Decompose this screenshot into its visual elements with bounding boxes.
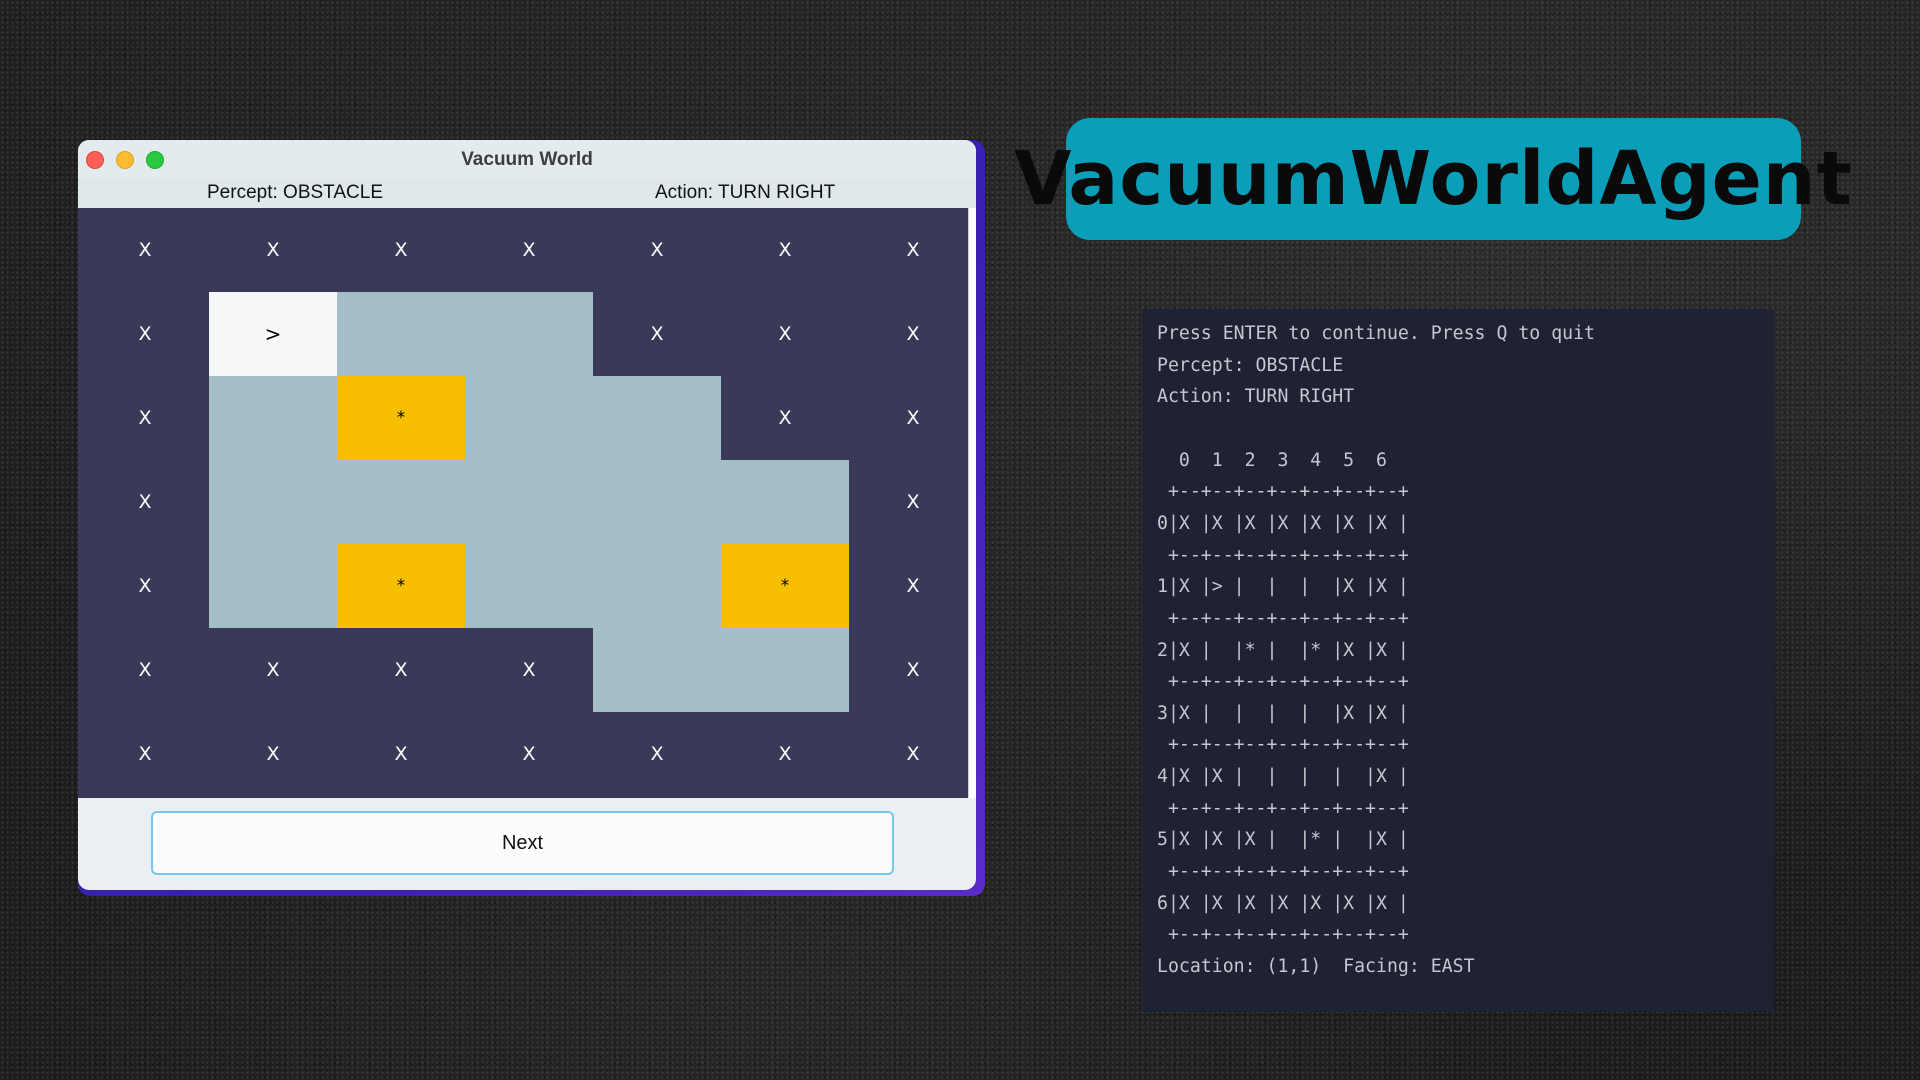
obstacle-cell: X [906,575,920,597]
terminal-line: 1|X |> | | | |X |X | [1157,576,1409,598]
terminal-line: Percept: OBSTACLE [1157,354,1344,376]
action-label: Action: TURN RIGHT [655,182,836,203]
obstacle-cell: X [522,659,536,681]
terminal-line: +--+--+--+--+--+--+--+ [1157,671,1409,693]
terminal-line: +--+--+--+--+--+--+--+ [1157,607,1409,629]
obstacle-cell: X [138,239,152,261]
agent-cell: > [209,292,337,376]
terminal-line: +--+--+--+--+--+--+--+ [1157,734,1409,756]
floor-cell [209,376,337,460]
terminal-line: Action: TURN RIGHT [1157,386,1355,408]
obstacle-cell: X [138,743,152,765]
obstacle-cell: X [906,323,920,345]
obstacle-cell: X [266,239,280,261]
obstacle-cell: X [906,407,920,429]
percept-label: Percept: OBSTACLE [207,182,383,203]
obstacle-cell: X [650,743,664,765]
floor-cell [721,460,849,544]
floor-cell [721,628,849,712]
world-grid: X X X X X X X X > X X X X * X X X X X * * X X X X X X X X X X X X X [78,208,968,798]
terminal-line: +--+--+--+--+--+--+--+ [1157,481,1409,503]
obstacle-cell: X [778,323,792,345]
next-button[interactable]: Next [151,811,894,875]
dirt-cell: * [337,376,465,460]
floor-cell [593,460,721,544]
obstacle-cell: X [906,491,920,513]
terminal-line: Location: (1,1) Facing: EAST [1157,956,1475,977]
floor-cell [593,544,721,628]
terminal-line: 4|X |X | | | | |X | [1157,766,1409,788]
obstacle-cell: X [906,743,920,765]
terminal-panel: Press ENTER to continue. Press Q to quit… [1142,309,1774,1012]
floor-cell [593,628,721,712]
dirt-cell: * [721,544,849,628]
scrollbar[interactable] [968,208,976,798]
terminal-line: Press ENTER to continue. Press Q to quit [1157,323,1595,344]
obstacle-cell: X [394,239,408,261]
title-bar[interactable]: Vacuum World [78,140,976,179]
obstacle-cell: X [778,239,792,261]
floor-cell [465,544,593,628]
floor-cell [337,292,465,376]
terminal-line: +--+--+--+--+--+--+--+ [1157,924,1409,946]
terminal-line: 0|X |X |X |X |X |X |X | [1157,512,1409,534]
window-title: Vacuum World [461,149,593,170]
obstacle-cell: X [138,491,152,513]
title-badge: VacuumWorldAgent [1014,118,1852,240]
obstacle-cell: X [906,239,920,261]
floor-cell [465,292,593,376]
obstacle-cell: X [138,407,152,429]
terminal-line: 5|X |X |X | |* | |X | [1157,829,1409,851]
obstacle-cell: X [394,659,408,681]
terminal-line: +--+--+--+--+--+--+--+ [1157,797,1409,819]
obstacle-cell: X [650,239,664,261]
obstacle-cell: X [522,743,536,765]
floor-cell [209,460,337,544]
terminal-line: +--+--+--+--+--+--+--+ [1157,861,1409,883]
floor-cell [465,376,593,460]
badge-title: VacuumWorldAgent [1014,136,1853,222]
dirt-cell: * [337,544,465,628]
terminal-line: 0 1 2 3 4 5 6 [1157,449,1387,471]
obstacle-cell: X [138,659,152,681]
obstacle-cell: X [778,743,792,765]
terminal-line: 2|X | |* | |* |X |X | [1157,639,1409,661]
status-bar: Percept: OBSTACLE Action: TURN RIGHT [78,178,976,208]
obstacle-cell: X [650,323,664,345]
terminal-line: 6|X |X |X |X |X |X |X | [1157,892,1409,914]
obstacle-cell: X [394,743,408,765]
obstacle-cell: X [266,743,280,765]
obstacle-cell: X [266,659,280,681]
obstacle-cell: X [778,407,792,429]
obstacle-cell: X [522,239,536,261]
obstacle-cell: X [906,659,920,681]
terminal-line: 3|X | | | | |X |X | [1157,702,1409,724]
floor-cell [465,460,593,544]
floor-cell [337,460,465,544]
terminal-line: +--+--+--+--+--+--+--+ [1157,544,1409,566]
vacuum-world-window: Vacuum World Percept: OBSTACLE Action: T… [78,140,976,890]
obstacle-cell: X [138,323,152,345]
floor-cell [209,544,337,628]
obstacle-cell: X [138,575,152,597]
floor-cell [593,376,721,460]
